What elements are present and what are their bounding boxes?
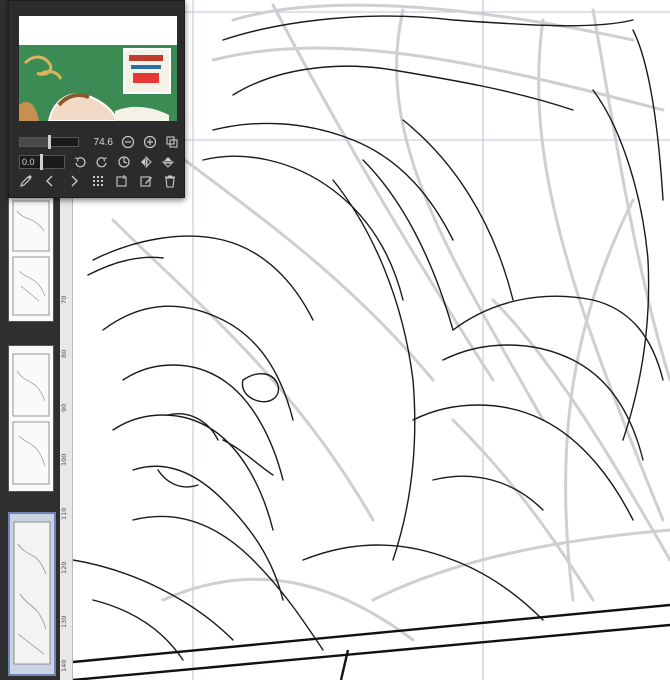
fit-window-icon[interactable] xyxy=(165,135,179,149)
page-thumbnail-sketch xyxy=(12,353,50,485)
ruler-tick: 140 xyxy=(60,659,68,672)
ruler-tick: 90 xyxy=(60,403,68,412)
ruler-tick: 110 xyxy=(60,507,68,520)
ruler-tick: 120 xyxy=(60,561,68,574)
ruler-tick: 80 xyxy=(60,349,68,358)
rotate-right-icon[interactable] xyxy=(95,155,109,169)
ruler-tick: 100 xyxy=(60,453,68,466)
rotation-row: 0.0 xyxy=(19,154,175,170)
new-page-icon[interactable] xyxy=(115,174,129,188)
zoom-row: 74.6 xyxy=(19,135,179,149)
flip-horizontal-icon[interactable] xyxy=(139,155,153,169)
preview-top-area xyxy=(19,16,177,45)
zoom-slider-knob[interactable] xyxy=(48,135,51,149)
page-thumbnail-sketch xyxy=(12,200,50,316)
ruler-tick: 130 xyxy=(60,615,68,628)
previous-icon[interactable] xyxy=(43,174,57,188)
rotation-field[interactable]: 0.0 xyxy=(19,154,65,170)
zoom-in-icon[interactable] xyxy=(143,135,157,149)
eyedropper-icon[interactable] xyxy=(19,174,33,188)
tool-row xyxy=(19,174,177,188)
page-thumbnail[interactable] xyxy=(8,345,54,492)
navigator-panel[interactable]: 74.6 0.0 xyxy=(8,0,185,198)
preview-artwork xyxy=(19,45,177,121)
rotation-slider-knob[interactable] xyxy=(40,154,43,170)
zoom-slider-fill xyxy=(20,138,49,146)
delete-icon[interactable] xyxy=(163,174,177,188)
edit-icon[interactable] xyxy=(139,174,153,188)
page-thumbnail-active[interactable] xyxy=(8,512,56,676)
zoom-out-icon[interactable] xyxy=(121,135,135,149)
rotate-left-icon[interactable] xyxy=(73,155,87,169)
page-thumbnail[interactable] xyxy=(8,190,54,322)
zoom-value: 74.6 xyxy=(93,136,113,148)
reset-rotation-icon[interactable] xyxy=(117,155,131,169)
next-icon[interactable] xyxy=(67,174,81,188)
flip-vertical-icon[interactable] xyxy=(161,155,175,169)
grid-icon[interactable] xyxy=(91,174,105,188)
page-thumbnail-sketch xyxy=(13,521,51,665)
ruler-tick: 70 xyxy=(60,295,68,304)
zoom-slider[interactable] xyxy=(19,135,79,149)
rotation-value: 0.0 xyxy=(22,157,35,167)
preview-illustration xyxy=(19,48,171,121)
navigator-preview[interactable] xyxy=(19,16,177,121)
